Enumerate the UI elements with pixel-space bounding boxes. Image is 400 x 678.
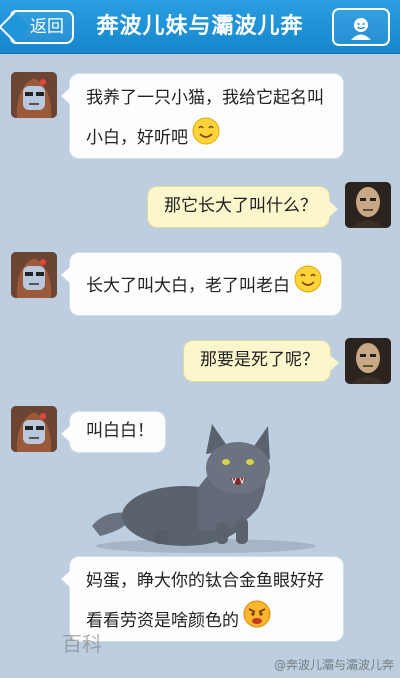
message-text-line: 小白，好听吧 xyxy=(86,117,327,159)
message-text-line: 看看劳资是啥颜色的 xyxy=(86,600,327,642)
person-icon xyxy=(351,18,371,40)
smile-emoji-icon xyxy=(294,265,322,307)
my-avatar[interactable] xyxy=(345,182,391,228)
contact-avatar[interactable] xyxy=(11,406,57,452)
contact-avatar[interactable] xyxy=(11,72,57,118)
title-bar: 返回 奔波儿妹与灞波儿奔 xyxy=(0,0,400,54)
smile-emoji-icon xyxy=(192,117,220,159)
message-text: 那要是死了呢？ xyxy=(200,350,319,370)
cat-image[interactable] xyxy=(86,418,326,557)
message-text-line: 长大了叫大白，老了叫老白 xyxy=(86,265,325,307)
message-text: 我养了一只小猫，我给它起名叫 xyxy=(86,88,324,108)
message-bubble: 妈蛋，睁大你的钛合金鱼眼好好 看看劳资是啥颜色的 xyxy=(61,556,344,642)
back-button[interactable]: 返回 xyxy=(10,10,74,44)
message-text: 那它长大了叫什么？ xyxy=(164,196,317,216)
message-bubble: 那它长大了叫什么？ xyxy=(147,186,338,228)
contact-avatar[interactable] xyxy=(11,252,57,298)
my-avatar[interactable] xyxy=(345,338,391,384)
message-text: 妈蛋，睁大你的钛合金鱼眼好好 xyxy=(86,571,324,591)
angry-emoji-icon xyxy=(243,600,271,642)
baike-watermark: 百科 xyxy=(62,632,102,656)
profile-button[interactable] xyxy=(332,8,390,46)
message-bubble: 我养了一只小猫，我给它起名叫 小白，好听吧 xyxy=(61,73,344,159)
weibo-watermark: @奔波儿灞与灞波儿奔 xyxy=(273,658,394,672)
message-bubble: 长大了叫大白，老了叫老白 xyxy=(61,252,342,316)
chat-title: 奔波儿妹与灞波儿奔 xyxy=(96,14,304,39)
message-bubble: 那要是死了呢？ xyxy=(183,340,339,382)
